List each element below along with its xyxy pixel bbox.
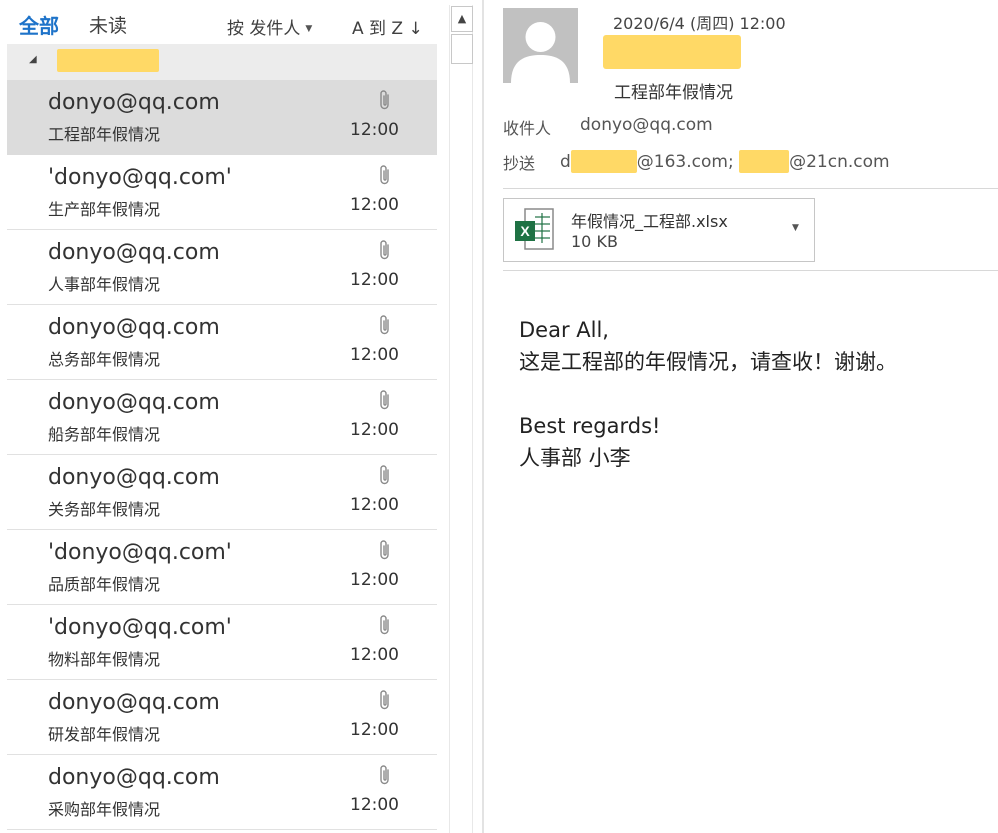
collapse-arrow-icon[interactable]: ◢ [29, 54, 37, 65]
mail-subject: 总务部年假情况 [48, 350, 161, 369]
sender-group-header[interactable]: ◢ [7, 44, 437, 80]
mail-list-item[interactable]: donyo@qq.com 采购部年假情况 12:00 [7, 755, 437, 830]
body-divider [503, 270, 998, 271]
filter-unread-tab[interactable]: 未读 [89, 11, 127, 38]
paperclip-icon [377, 688, 393, 712]
redacted-group-name [57, 49, 159, 72]
mail-subject: 工程部年假情况 [48, 125, 161, 144]
mail-time: 12:00 [350, 345, 399, 365]
paperclip-icon [377, 163, 393, 187]
paperclip-icon [377, 538, 393, 562]
mail-time: 12:00 [350, 495, 399, 515]
attachment-filename: 年假情况_工程部.xlsx [571, 212, 728, 231]
attachment-size: 10 KB [571, 232, 618, 251]
cc-part-1: d [560, 152, 571, 172]
cc-part-2: @163.com; [636, 152, 734, 172]
mail-time: 12:00 [350, 120, 399, 140]
redacted-cc-2 [739, 150, 790, 173]
mail-list-item[interactable]: donyo@qq.com 船务部年假情况 12:00 [7, 380, 437, 455]
paperclip-icon [377, 238, 393, 262]
mail-time: 12:00 [350, 420, 399, 440]
filter-all-tab[interactable]: 全部 [19, 10, 59, 39]
mail-sender: donyo@qq.com [48, 315, 220, 340]
mail-subject: 物料部年假情况 [48, 650, 161, 669]
body-closing: Best regards! [519, 414, 661, 438]
body-signature: 人事部 小李 [519, 446, 631, 470]
mail-list-item[interactable]: donyo@qq.com 总务部年假情况 12:00 [7, 305, 437, 380]
message-date: 2020/6/4 (周四) 12:00 [613, 14, 786, 33]
svg-text:X: X [520, 223, 530, 239]
mail-sender: 'donyo@qq.com' [48, 540, 232, 565]
message-list-pane: 全部 未读 按 发件人 ▼ A 到 Z ↓ ◢ donyo@qq.com 工程部年假… [0, 0, 446, 833]
sort-by-label: 按 发件人 [227, 19, 301, 39]
mail-list-item[interactable]: donyo@qq.com 工程部年假情况 12:00 [7, 80, 437, 155]
scroll-up-icon[interactable]: ▲ [451, 6, 473, 32]
redacted-cc-1 [570, 150, 637, 173]
mail-sender: 'donyo@qq.com' [48, 165, 232, 190]
redacted-sender-name[interactable] [603, 35, 741, 69]
scroll-thumb[interactable] [451, 34, 473, 64]
mail-list-item[interactable]: 'donyo@qq.com' 物料部年假情况 12:00 [7, 605, 437, 680]
paperclip-icon [377, 613, 393, 637]
dropdown-caret-icon: ▼ [305, 24, 313, 34]
mail-sender: donyo@qq.com [48, 90, 220, 115]
paperclip-icon [377, 88, 393, 112]
mail-list-item[interactable]: 'donyo@qq.com' 品质部年假情况 12:00 [7, 530, 437, 605]
attachment-menu-caret-icon[interactable]: ▼ [792, 223, 799, 233]
attachment-card[interactable]: X 年假情况_工程部.xlsx 10 KB ▼ [503, 198, 815, 262]
to-recipient[interactable]: donyo@qq.com [580, 115, 713, 135]
message-body: Dear All, 这是工程部的年假情况，请查收！谢谢。 Best regard… [519, 314, 897, 474]
mail-time: 12:00 [350, 270, 399, 290]
mail-sender: 'donyo@qq.com' [48, 615, 232, 640]
message-subject: 工程部年假情况 [614, 83, 733, 103]
cc-label: 抄送 [503, 154, 536, 173]
sort-order-toggle[interactable]: A 到 Z ↓ [352, 14, 423, 39]
mail-subject: 船务部年假情况 [48, 425, 161, 444]
filter-bar: 全部 未读 按 发件人 ▼ A 到 Z ↓ [0, 0, 446, 42]
sort-by-sender-dropdown[interactable]: 按 发件人 ▼ [227, 14, 312, 39]
reading-pane: 2020/6/4 (周四) 12:00 工程部年假情况 收件人 donyo@qq… [484, 0, 998, 833]
mail-list-item[interactable]: donyo@qq.com 人事部年假情况 12:00 [7, 230, 437, 305]
mail-subject: 采购部年假情况 [48, 800, 161, 819]
body-greeting: Dear All, [519, 318, 609, 342]
mail-subject: 品质部年假情况 [48, 575, 161, 594]
cc-part-3: @21cn.com [789, 152, 890, 172]
mail-subject: 关务部年假情况 [48, 500, 161, 519]
mail-time: 12:00 [350, 795, 399, 815]
mail-sender: donyo@qq.com [48, 465, 220, 490]
mail-time: 12:00 [350, 720, 399, 740]
mail-sender: donyo@qq.com [48, 690, 220, 715]
mail-list-item[interactable]: 'donyo@qq.com' 生产部年假情况 12:00 [7, 155, 437, 230]
mail-sender: donyo@qq.com [48, 390, 220, 415]
paperclip-icon [377, 763, 393, 787]
list-scrollbar[interactable]: ▲ [449, 5, 473, 833]
cc-recipients[interactable]: d @163.com; @21cn.com [560, 150, 890, 173]
mail-time: 12:00 [350, 195, 399, 215]
mail-time: 12:00 [350, 570, 399, 590]
mail-sender: donyo@qq.com [48, 240, 220, 265]
mail-list-item[interactable]: donyo@qq.com 研发部年假情况 12:00 [7, 680, 437, 755]
to-label: 收件人 [503, 119, 552, 138]
mail-list: donyo@qq.com 工程部年假情况 12:00 'donyo@qq.com' 生产… [7, 80, 437, 830]
mail-sender: donyo@qq.com [48, 765, 220, 790]
mail-subject: 研发部年假情况 [48, 725, 161, 744]
person-avatar-icon [503, 8, 578, 83]
mail-subject: 人事部年假情况 [48, 275, 161, 294]
excel-file-icon: X [515, 208, 554, 250]
header-divider [503, 188, 998, 189]
body-line-1: 这是工程部的年假情况，请查收！谢谢。 [519, 350, 897, 374]
paperclip-icon [377, 313, 393, 337]
mail-time: 12:00 [350, 645, 399, 665]
mail-list-item[interactable]: donyo@qq.com 关务部年假情况 12:00 [7, 455, 437, 530]
mail-subject: 生产部年假情况 [48, 200, 161, 219]
paperclip-icon [377, 463, 393, 487]
paperclip-icon [377, 388, 393, 412]
